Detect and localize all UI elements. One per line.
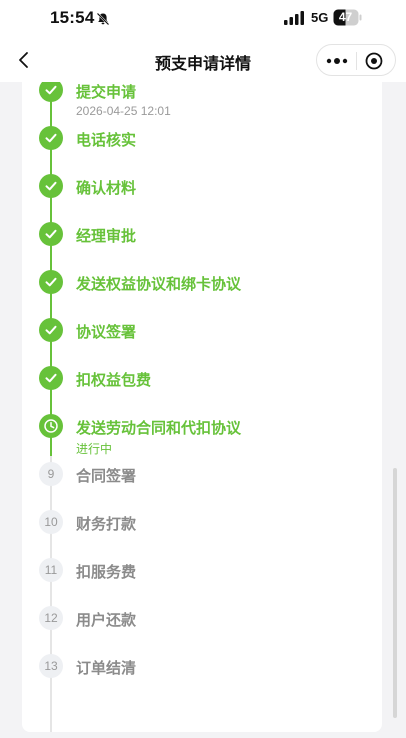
step-status-done [39,318,63,342]
timeline-step: 发送劳动合同和代扣协议 进行中 [0,414,406,456]
capsule-divider [356,52,357,70]
step-number-badge: 12 [39,606,63,630]
step-title: 扣服务费 [76,564,137,581]
step-title: 用户还款 [76,612,137,629]
step-title: 提交申请 [76,84,137,101]
timeline-step: 确认材料 [0,174,406,214]
timeline-step: 12 用户还款 [0,606,406,646]
timeline-step: 13 订单结清 [0,654,406,694]
scrollbar[interactable] [393,468,397,718]
check-icon [45,373,57,383]
timeline-step: 扣权益包费 [0,366,406,406]
step-title: 扣权益包费 [76,372,152,389]
step-status-done [39,270,63,294]
check-icon [45,277,57,287]
timeline-step: 11 扣服务费 [0,558,406,598]
timeline-step: 协议签署 [0,318,406,358]
signal-icon [284,11,304,25]
step-number-badge: 10 [39,510,63,534]
timeline-step: 提交申请 2026-04-25 12:01 [0,82,406,118]
step-title: 经理审批 [76,228,137,245]
step-title: 协议签署 [76,324,137,341]
bell-muted-icon [96,12,110,26]
step-status-done [39,222,63,246]
step-title: 合同签署 [76,468,137,485]
step-title: 发送权益协议和绑卡协议 [76,276,242,293]
check-icon [45,229,57,239]
step-timestamp: 2026-04-25 12:01 [76,104,171,118]
check-icon [45,181,57,191]
status-bar: 15:54 5G 47 [0,0,406,38]
timeline-step: 电话核实 [0,126,406,166]
network-type: 5G [311,10,329,25]
step-number-badge: 11 [39,558,63,582]
close-circle-icon[interactable] [365,52,383,70]
step-status-done [39,126,63,150]
content-area[interactable]: 提交申请 2026-04-25 12:01 电话核实确认材料经理审批发送权益协议和绑… [0,82,406,738]
step-status-done [39,82,63,102]
step-title: 订单结清 [76,660,137,677]
step-status-done [39,174,63,198]
check-icon [45,325,57,335]
step-title: 确认材料 [76,180,137,197]
timeline-step: 发送权益协议和绑卡协议 [0,270,406,310]
nav-bar: 预支申请详情 [0,38,406,82]
step-title: 发送劳动合同和代扣协议 [76,420,242,437]
check-icon [45,133,57,143]
step-status-active [39,414,63,438]
step-title: 电话核实 [76,132,137,149]
clock-icon [44,419,58,433]
timeline-step: 10 财务打款 [0,510,406,550]
mini-program-capsule [316,44,396,76]
step-number-badge: 13 [39,654,63,678]
status-time: 15:54 [50,8,95,27]
battery-level: 47 [338,10,353,24]
step-status-done [39,366,63,390]
more-icon[interactable] [325,54,349,68]
timeline-step: 经理审批 [0,222,406,262]
timeline-step: 9 合同签署 [0,462,406,502]
step-status-text: 进行中 [76,442,113,456]
step-number-badge: 9 [39,462,63,486]
check-icon [45,85,57,95]
step-title: 财务打款 [76,516,137,533]
